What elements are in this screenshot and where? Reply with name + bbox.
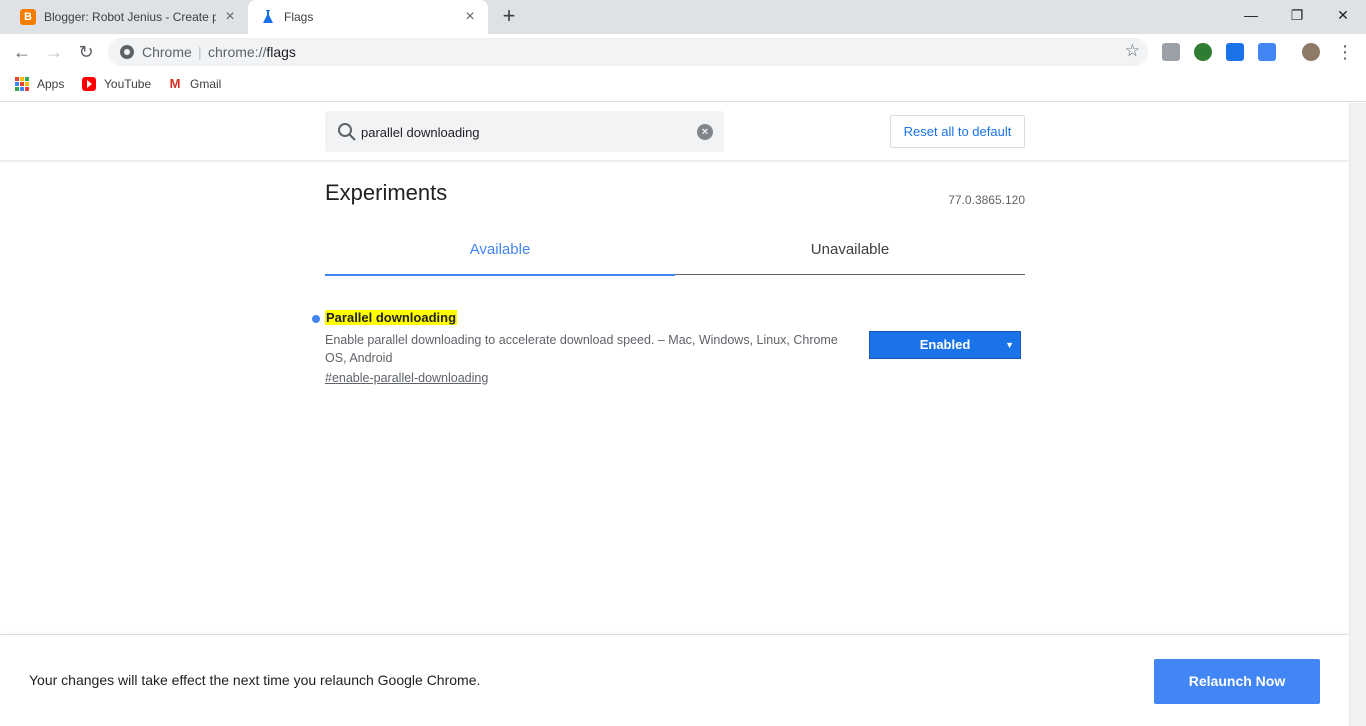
reset-all-button[interactable]: Reset all to default	[890, 115, 1025, 148]
tab-available[interactable]: Available	[325, 241, 675, 258]
reload-button[interactable]: ↻	[74, 40, 98, 64]
close-window-button[interactable]: ✕	[1320, 0, 1366, 30]
flask-icon	[263, 10, 273, 23]
flags-tabs: Available Unavailable	[325, 233, 1025, 276]
select-value: Enabled	[919, 337, 971, 352]
tab-unavailable[interactable]: Unavailable	[675, 241, 1025, 258]
tab-title: Flags	[284, 10, 314, 24]
separator: |	[198, 44, 202, 60]
minimize-button[interactable]: —	[1228, 0, 1274, 30]
url-text[interactable]: chrome://flags	[208, 44, 296, 60]
back-button[interactable]: ←	[10, 40, 34, 64]
tab-blogger[interactable]: B Blogger: Robot Jenius - Create po ×	[8, 0, 248, 34]
relaunch-footer: Your changes will take effect the next t…	[0, 634, 1349, 726]
site-chip: Chrome	[142, 44, 192, 60]
blogger-icon: B	[20, 9, 36, 25]
profile-avatar-icon[interactable]	[1302, 43, 1320, 61]
bookmark-label: YouTube	[104, 77, 152, 91]
restore-button[interactable]: ❐	[1274, 0, 1320, 30]
search-container: ×	[325, 111, 724, 152]
relaunch-button[interactable]: Relaunch Now	[1154, 659, 1320, 704]
flags-page: × Reset all to default Experiments 77.0.…	[0, 103, 1349, 726]
active-tab-indicator	[325, 274, 675, 276]
youtube-icon	[82, 77, 96, 91]
clear-search-icon[interactable]: ×	[697, 124, 713, 140]
version-label: 77.0.3865.120	[948, 193, 1025, 207]
flag-description: Enable parallel downloading to accelerat…	[325, 333, 838, 365]
menu-icon[interactable]: ⋮	[1336, 42, 1354, 62]
address-bar[interactable]: Chrome | chrome://flags ☆	[108, 38, 1148, 66]
page-title: Experiments	[325, 180, 448, 205]
bookmark-gmail[interactable]: M Gmail	[168, 76, 222, 92]
chrome-icon	[120, 45, 134, 59]
flag-state-select[interactable]: Enabled ▼	[869, 331, 1021, 359]
globe-extension-icon[interactable]	[1194, 43, 1212, 61]
flag-entry: Parallel downloading Enable parallel dow…	[312, 309, 1025, 385]
close-tab-icon[interactable]: ×	[222, 9, 238, 25]
bookmark-apps[interactable]: Apps	[15, 77, 64, 91]
new-tab-button[interactable]: +	[498, 5, 520, 27]
bookmark-youtube[interactable]: YouTube	[82, 77, 151, 91]
tab-flags[interactable]: Flags ×	[248, 0, 488, 34]
gmail-icon: M	[169, 76, 181, 91]
bookmark-label: Apps	[37, 77, 65, 91]
bookmark-label: Gmail	[190, 77, 222, 91]
search-icon	[338, 123, 356, 141]
search-input[interactable]	[361, 122, 681, 142]
tab-title: Blogger: Robot Jenius - Create po	[44, 10, 216, 24]
bookmarks-bar: Apps YouTube M Gmail	[0, 70, 1366, 102]
forward-button[interactable]: →	[42, 40, 66, 64]
tab-strip: B Blogger: Robot Jenius - Create po × Fl…	[0, 0, 1366, 34]
relaunch-message: Your changes will take effect the next t…	[29, 672, 481, 688]
translate-extension-icon[interactable]	[1258, 43, 1276, 61]
flag-name: Parallel downloading	[325, 310, 458, 325]
search-header: × Reset all to default	[0, 103, 1349, 161]
pdf-extension-icon[interactable]	[1162, 43, 1180, 61]
dropdown-arrow-icon: ▼	[1005, 340, 1014, 350]
flag-permalink[interactable]: #enable-parallel-downloading	[325, 371, 488, 385]
apps-grid-icon	[15, 77, 29, 91]
scrollbar[interactable]	[1349, 103, 1366, 726]
toolbar: ← → ↻ Chrome | chrome://flags ☆ ⋮	[0, 34, 1366, 70]
close-tab-icon[interactable]: ×	[462, 9, 478, 25]
bookmark-star-icon[interactable]: ☆	[1125, 41, 1140, 61]
download-extension-icon[interactable]	[1226, 43, 1244, 61]
modified-indicator	[312, 315, 320, 323]
